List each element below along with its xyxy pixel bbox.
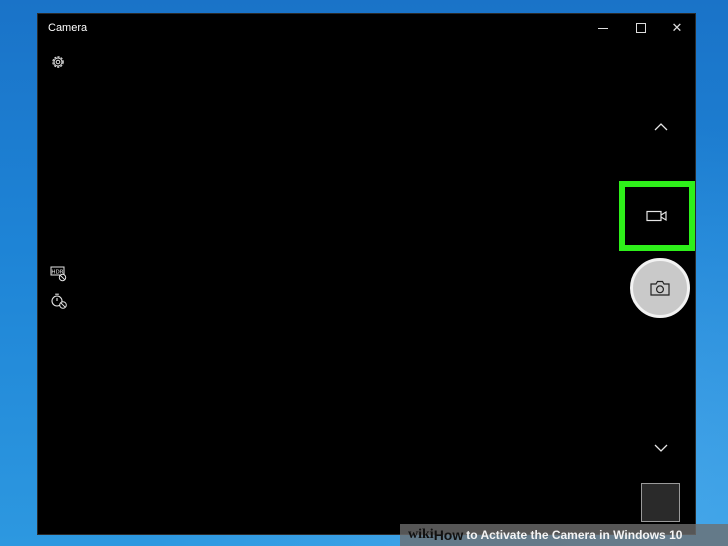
hdr-toggle-button[interactable]: HDR	[49, 265, 69, 283]
video-mode-button[interactable]	[625, 187, 689, 245]
close-button[interactable]: ✕	[660, 14, 694, 42]
timer-off-icon	[51, 293, 67, 309]
close-icon: ✕	[671, 20, 683, 36]
wikihow-watermark: wiki How to Activate the Camera in Window…	[400, 524, 728, 546]
watermark-brand-how: How	[433, 527, 464, 543]
hdr-off-icon: HDR	[50, 266, 67, 282]
scroll-down-button[interactable]	[648, 438, 674, 458]
watermark-title: to Activate the Camera in Windows 10	[466, 528, 683, 542]
chevron-up-icon	[654, 123, 668, 131]
camera-roll-thumbnail[interactable]	[641, 483, 680, 522]
title-bar[interactable]: Camera ✕	[38, 14, 695, 42]
watermark-brand-wiki: wiki	[408, 527, 434, 542]
maximize-button[interactable]	[624, 14, 658, 42]
gear-icon	[52, 56, 64, 68]
chevron-down-icon	[654, 444, 668, 452]
take-photo-button[interactable]	[630, 258, 690, 318]
minimize-button[interactable]	[586, 14, 620, 42]
app-title: Camera	[48, 22, 88, 34]
settings-button[interactable]	[48, 52, 68, 72]
video-camera-icon	[646, 210, 667, 222]
timer-button[interactable]	[49, 291, 69, 311]
maximize-icon	[636, 23, 646, 33]
scroll-up-button[interactable]	[648, 117, 674, 137]
camera-icon	[650, 280, 670, 296]
minimize-icon	[598, 27, 608, 29]
camera-window: Camera ✕ HDR	[37, 13, 696, 535]
